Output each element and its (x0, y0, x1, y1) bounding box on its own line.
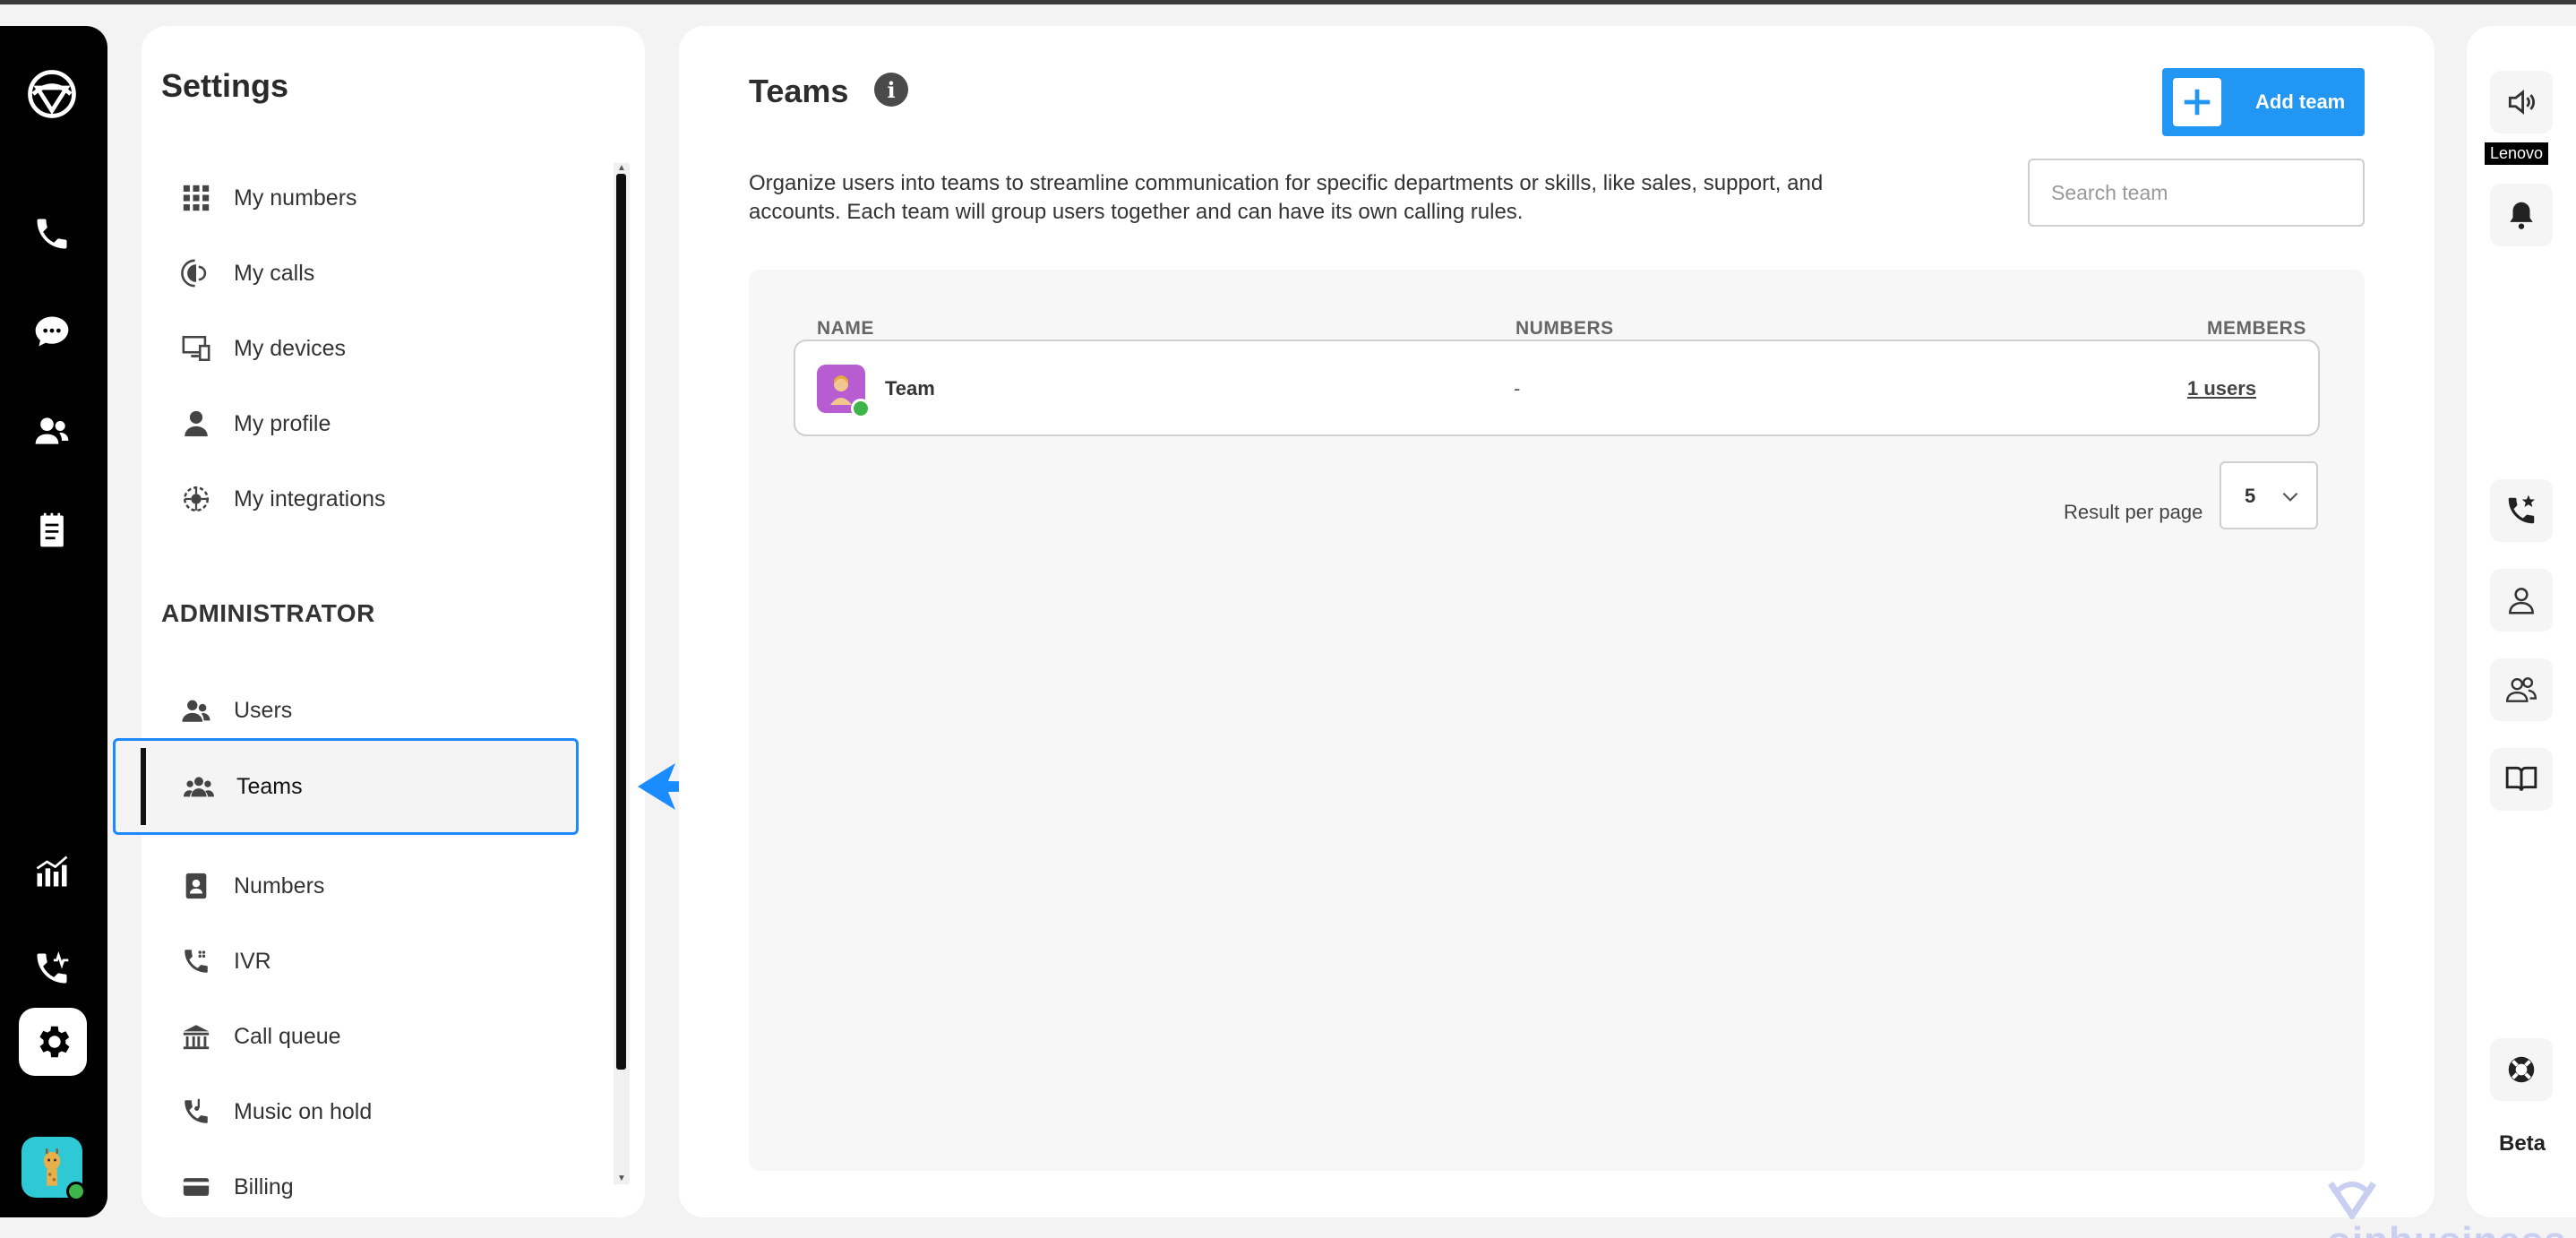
add-team-label: Add team (2255, 90, 2346, 113)
active-indicator (141, 748, 146, 825)
top-border (0, 0, 2576, 4)
app-rail (0, 26, 107, 1217)
music-on-hold-icon (179, 1095, 213, 1129)
result-per-page-value: 5 (2245, 485, 2256, 507)
table-row[interactable]: Team - 1 users (794, 340, 2320, 436)
menu-item-my-numbers[interactable]: My numbers (142, 160, 607, 236)
menu-item-teams[interactable]: Teams (113, 738, 579, 835)
settings-gear-icon[interactable] (19, 1008, 87, 1076)
menu-item-label: Call queue (234, 1023, 341, 1049)
brand-watermark: oipbusiness (2327, 1174, 2576, 1238)
team-status-badge (851, 399, 871, 418)
person-icon (179, 407, 213, 441)
single-contact-icon[interactable] (2490, 569, 2553, 632)
menu-item-label: My devices (234, 335, 347, 361)
teams-icon (182, 769, 216, 804)
page-description: Organize users into teams to streamline … (749, 171, 1824, 224)
favorite-call-icon[interactable] (2490, 479, 2553, 542)
menu-item-label: IVR (234, 948, 271, 974)
team-numbers: - (1514, 377, 1521, 400)
billing-icon (179, 1170, 213, 1204)
menu-item-label: My integrations (234, 486, 386, 512)
ivr-icon (179, 944, 213, 978)
team-members-link[interactable]: 1 users (2187, 377, 2256, 400)
team-name: Team (885, 377, 935, 400)
teams-main-panel: Teams i Add team Organize users into tea… (679, 26, 2434, 1217)
speaker-icon[interactable] (2490, 71, 2553, 133)
add-team-button[interactable]: Add team (2162, 68, 2365, 136)
book-icon[interactable] (2490, 748, 2553, 811)
user-avatar[interactable] (21, 1137, 86, 1201)
menu-item-billing[interactable]: Billing (142, 1149, 607, 1225)
settings-sidebar: Settings My numbers My calls My devices … (113, 26, 645, 1217)
right-toolbar: Lenovo Beta (2467, 26, 2576, 1217)
devices-icon (179, 331, 213, 365)
device-tag: Lenovo (2485, 142, 2549, 165)
contact-book-icon (179, 869, 213, 903)
column-header-numbers: NUMBERS (1516, 318, 1614, 339)
menu-item-label: Music on hold (234, 1098, 373, 1124)
menu-item-my-profile[interactable]: My profile (142, 386, 607, 461)
plus-icon (2173, 78, 2221, 126)
teams-table: NAME NUMBERS MEMBERS Team - 1 users Resu… (749, 270, 2365, 1171)
app-logo-icon[interactable] (20, 62, 84, 126)
menu-item-call-queue[interactable]: Call queue (142, 999, 607, 1074)
menu-item-users[interactable]: Users (142, 673, 607, 748)
chevron-down-icon (2282, 492, 2298, 502)
info-icon[interactable]: i (874, 73, 908, 107)
call-activity-icon[interactable] (20, 936, 84, 1001)
brand-logo-icon (2328, 1182, 2376, 1220)
group-contacts-icon[interactable] (2490, 658, 2553, 721)
scroll-down-arrow-icon[interactable]: ▼ (616, 1174, 627, 1184)
menu-item-label: My calls (234, 260, 315, 286)
column-header-members: MEMBERS (2207, 318, 2306, 339)
bell-icon[interactable] (2490, 184, 2553, 246)
users-icon (179, 693, 213, 727)
result-per-page-select[interactable]: 5 (2220, 461, 2318, 529)
analytics-icon[interactable] (20, 839, 84, 904)
administrator-heading: ADMINISTRATOR (161, 599, 375, 627)
menu-item-numbers[interactable]: Numbers (142, 848, 607, 924)
contacts-icon[interactable] (20, 399, 84, 463)
menu-item-music-on-hold[interactable]: Music on hold (142, 1074, 607, 1149)
menu-item-label: My profile (234, 410, 331, 436)
phone-icon[interactable] (20, 202, 84, 266)
menu-item-my-calls[interactable]: My calls (142, 236, 607, 311)
menu-item-label: Teams (236, 773, 303, 799)
notes-icon[interactable] (20, 498, 84, 563)
menu-item-ivr[interactable]: IVR (142, 924, 607, 999)
sidebar-scrollbar-thumb[interactable] (616, 174, 626, 1070)
menu-item-my-integrations[interactable]: My integrations (142, 461, 607, 537)
menu-item-label: Billing (234, 1174, 294, 1199)
grid-icon (179, 181, 213, 215)
help-lifebuoy-icon[interactable] (2490, 1038, 2553, 1101)
settings-title: Settings (161, 67, 289, 104)
watermark-text: oipbusiness (2327, 1219, 2567, 1238)
page-title: Teams (749, 73, 849, 109)
menu-item-label: My numbers (234, 185, 357, 211)
menu-item-label: Users (234, 697, 293, 723)
result-per-page-label: Result per page (2064, 501, 2203, 523)
column-header-name: NAME (817, 318, 874, 339)
search-team-input[interactable] (2028, 159, 2365, 227)
menu-item-my-devices[interactable]: My devices (142, 311, 607, 386)
scroll-up-arrow-icon[interactable]: ▲ (616, 163, 627, 174)
call-queue-icon (179, 1019, 213, 1053)
menu-item-label: Numbers (234, 873, 325, 898)
phone-wave-icon (179, 256, 213, 290)
beta-label: Beta (2499, 1131, 2546, 1156)
giraffe-avatar-icon (43, 1148, 61, 1186)
online-status-dot (66, 1182, 86, 1201)
chat-icon[interactable] (20, 299, 84, 364)
team-avatar (817, 365, 871, 418)
integrations-icon (179, 482, 213, 516)
